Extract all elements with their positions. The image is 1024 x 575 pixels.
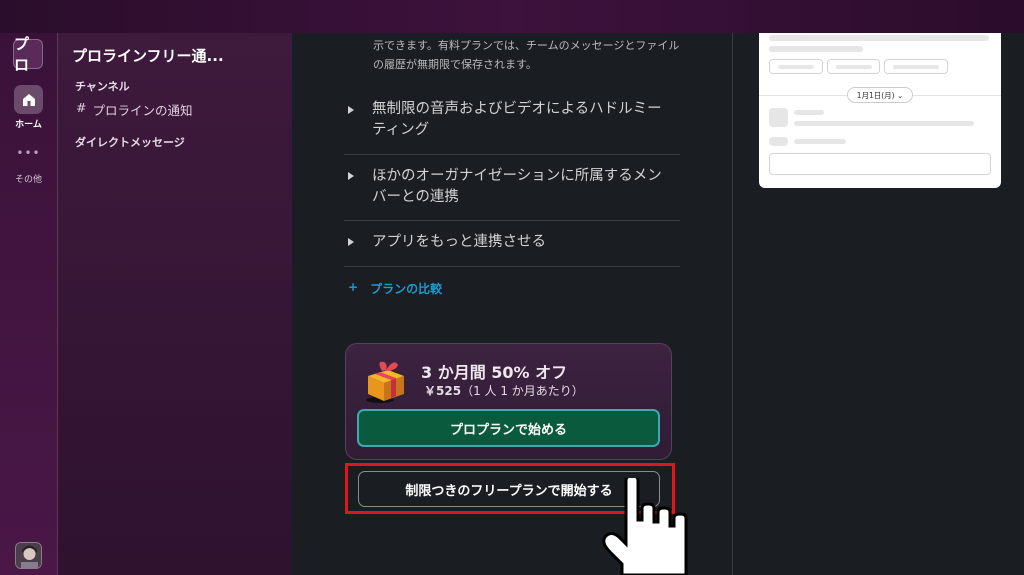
promo-title: 3 か月間 50% オフ [421, 363, 568, 382]
hash-icon: # [76, 100, 87, 115]
promo-price-line: ￥525（1 人 1 か月あたり） [424, 382, 584, 399]
preview-panel: 1月1日(月) ⌄ [732, 33, 1024, 575]
workspace-rail [0, 33, 57, 575]
start-pro-plan-button[interactable]: プロプランで始める [357, 409, 660, 447]
preview-card: 1月1日(月) ⌄ [759, 33, 1001, 188]
skeleton-line [794, 121, 974, 126]
skeleton-avatar [769, 137, 788, 146]
feature-item-huddles[interactable]: 無制限の音声およびビデオによるハドルミーティング [344, 89, 680, 155]
feature-item-connect[interactable]: ほかのオーガナイゼーションに所属するメンバーとの連携 [344, 155, 680, 221]
expand-triangle-icon [348, 238, 354, 246]
compare-label: プランの比較 [370, 282, 443, 296]
sidebar-item-channel[interactable]: # プロラインの通知 [76, 100, 193, 119]
dm-heading[interactable]: ダイレクトメッセージ [75, 134, 185, 150]
promo-card: 3 か月間 50% オフ ￥525（1 人 1 か月あたり） プロプランで始める [345, 343, 672, 460]
feature-item-apps[interactable]: アプリをもっと連携させる [344, 221, 680, 267]
other-label[interactable]: その他 [0, 172, 57, 185]
more-icon[interactable]: ••• [0, 146, 57, 160]
expand-triangle-icon [348, 172, 354, 180]
pointer-hand-icon [602, 478, 688, 575]
skeleton-line [794, 139, 846, 144]
plan-description: 示できます。有料プランでは、チームのメッセージとファイルの履歴が無期限で保存され… [373, 39, 680, 71]
promo-price-note: （1 人 1 か月あたり） [461, 384, 584, 398]
compare-plans-link[interactable]: + プランの比較 [348, 280, 442, 297]
promo-price: ￥525 [424, 384, 462, 398]
skeleton-chip [884, 59, 948, 74]
date-pill[interactable]: 1月1日(月) ⌄ [847, 87, 913, 103]
channel-sidebar: プロラインフリー通... チャンネル # プロラインの通知 ダイレクトメッセージ [57, 33, 292, 575]
feature-label: アプリをもっと連携させる [372, 234, 546, 250]
skeleton-line [794, 110, 824, 115]
skeleton-avatar [769, 108, 788, 127]
skeleton-chip [827, 59, 880, 74]
skeleton-chip [769, 59, 823, 74]
plus-icon: + [348, 280, 359, 294]
workspace-icon[interactable]: プロ [13, 35, 43, 74]
skeleton-line [769, 35, 989, 41]
home-button[interactable] [14, 85, 43, 114]
user-avatar-icon [16, 543, 41, 568]
expand-triangle-icon [348, 106, 354, 114]
home-icon [22, 93, 35, 106]
skeleton-line [769, 46, 863, 52]
channel-name: プロラインの通知 [92, 103, 193, 118]
channels-heading[interactable]: チャンネル [75, 78, 130, 94]
gift-icon [366, 361, 404, 403]
top-bar [0, 0, 1024, 33]
avatar[interactable] [15, 542, 42, 569]
skeleton-input [769, 153, 991, 175]
workspace-name[interactable]: プロラインフリー通... [72, 45, 224, 66]
feature-label: ほかのオーガナイゼーションに所属するメンバーとの連携 [372, 168, 662, 205]
feature-label: 無制限の音声およびビデオによるハドルミーティング [372, 101, 662, 138]
home-label: ホーム [15, 120, 42, 130]
